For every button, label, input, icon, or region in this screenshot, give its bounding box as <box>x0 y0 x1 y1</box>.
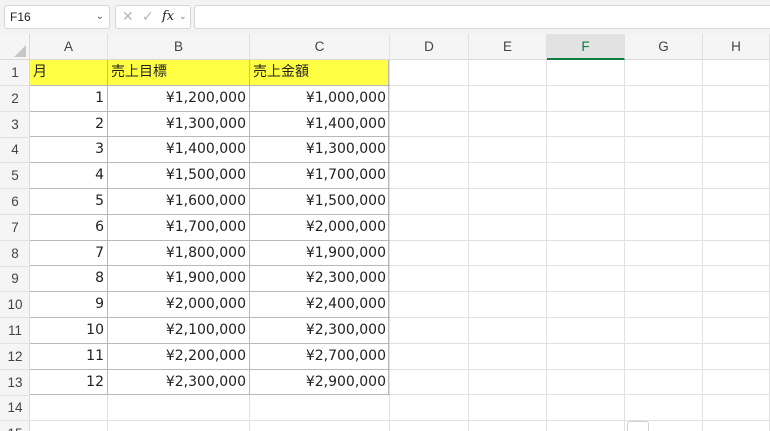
select-all-triangle-icon <box>14 45 26 57</box>
table-cell[interactable]: ¥1,900,000 <box>250 241 389 266</box>
table-cell[interactable]: ¥2,700,000 <box>250 344 389 369</box>
table-cell[interactable]: ¥1,700,000 <box>250 163 389 188</box>
table-cell[interactable]: ¥2,900,000 <box>250 370 389 395</box>
table-cell[interactable]: ¥1,400,000 <box>108 137 249 162</box>
column-header-d[interactable]: D <box>390 34 469 60</box>
column-header-f[interactable]: F <box>547 34 625 60</box>
table-border <box>30 394 390 396</box>
column-header-c[interactable]: C <box>250 34 390 60</box>
row-header-2[interactable]: 2 <box>0 86 30 112</box>
table-cell[interactable]: ¥1,500,000 <box>108 163 249 188</box>
name-box-value: F16 <box>10 10 31 24</box>
table-border <box>30 342 390 344</box>
row-header-8[interactable]: 8 <box>0 241 30 267</box>
table-header-cell[interactable]: 月 <box>30 60 107 85</box>
cell-grid[interactable]: 月売上目標 売上金額 1 ¥1,200,000 ¥1,000,000 2 ¥1,300,00… <box>30 60 770 431</box>
row-header-3[interactable]: 3 <box>0 112 30 138</box>
row-header-11[interactable]: 11 <box>0 318 30 344</box>
quick-analysis-handle[interactable] <box>627 421 649 431</box>
table-border <box>30 136 390 138</box>
table-cell[interactable]: ¥1,800,000 <box>108 241 249 266</box>
table-cell[interactable]: ¥1,600,000 <box>108 189 249 214</box>
row-header-1[interactable]: 1 <box>0 60 30 86</box>
chevron-down-icon[interactable]: ⌄ <box>179 11 187 22</box>
table-cell[interactable]: ¥1,000,000 <box>250 86 389 111</box>
name-box[interactable]: F16 ⌄ <box>4 5 110 29</box>
table-border <box>30 317 390 318</box>
table-cell[interactable]: ¥1,500,000 <box>250 189 389 214</box>
table-cell[interactable]: ¥2,300,000 <box>108 370 249 395</box>
insert-function-button[interactable]: fx <box>162 9 174 24</box>
table-cell[interactable]: ¥2,400,000 <box>250 292 389 317</box>
table-cell[interactable]: ¥1,400,000 <box>250 112 389 137</box>
table-cell[interactable]: ¥2,300,000 <box>250 266 389 291</box>
column-header-a[interactable]: A <box>30 34 108 60</box>
table-cell[interactable]: ¥1,700,000 <box>108 215 249 240</box>
table-cell[interactable]: 7 <box>30 241 107 266</box>
table-border <box>30 265 390 267</box>
table-cell[interactable]: ¥1,300,000 <box>108 112 249 137</box>
table-cell[interactable]: ¥2,100,000 <box>108 318 249 343</box>
grid-line <box>30 420 770 422</box>
table-border <box>30 213 390 215</box>
grid-line <box>702 60 703 431</box>
table-cell[interactable]: 5 <box>30 189 107 214</box>
close-icon[interactable]: ✕ <box>122 8 134 25</box>
table-cell[interactable]: ¥2,200,000 <box>108 344 249 369</box>
grid-line <box>468 60 469 431</box>
grid-line <box>546 60 547 431</box>
grid-line <box>389 60 390 431</box>
table-cell[interactable]: 2 <box>30 112 107 137</box>
table-cell[interactable]: 8 <box>30 266 107 291</box>
table-border <box>30 239 390 241</box>
row-header-6[interactable]: 6 <box>0 189 30 215</box>
table-cell[interactable]: ¥1,300,000 <box>250 137 389 162</box>
row-header-15[interactable]: 15 <box>0 421 30 431</box>
formula-input[interactable] <box>194 5 770 29</box>
row-header-5[interactable]: 5 <box>0 163 30 190</box>
table-cell[interactable]: ¥1,200,000 <box>108 86 249 111</box>
formula-bar: F16 ⌄ ✕ ✓ fx ⌄ <box>0 0 770 34</box>
table-border <box>30 110 390 112</box>
select-all-button[interactable] <box>0 34 30 60</box>
table-cell[interactable]: 6 <box>30 215 107 240</box>
table-header-cell[interactable]: 売上金額 <box>250 60 389 85</box>
row-headers: 123456789101112131415 <box>0 60 30 431</box>
column-header-g[interactable]: G <box>625 34 703 60</box>
row-header-9[interactable]: 9 <box>0 266 30 293</box>
column-header-b[interactable]: B <box>108 34 250 60</box>
table-border <box>30 84 390 86</box>
table-cell[interactable]: ¥1,900,000 <box>108 266 249 291</box>
table-header-cell[interactable]: 売上目標 <box>108 60 249 85</box>
table-border <box>30 368 390 370</box>
column-header-e[interactable]: E <box>469 34 547 60</box>
table-border <box>30 162 390 164</box>
row-header-4[interactable]: 4 <box>0 137 30 164</box>
row-header-12[interactable]: 12 <box>0 344 30 370</box>
table-cell[interactable]: 10 <box>30 318 107 343</box>
formula-actions: ✕ ✓ fx ⌄ <box>115 5 191 29</box>
table-border <box>30 291 390 293</box>
column-headers: ABCDEFGH <box>0 34 770 60</box>
row-header-10[interactable]: 10 <box>0 292 30 319</box>
table-border <box>30 188 390 189</box>
row-header-7[interactable]: 7 <box>0 215 30 241</box>
chevron-down-icon[interactable]: ⌄ <box>96 6 104 28</box>
table-cell[interactable]: 1 <box>30 86 107 111</box>
row-header-14[interactable]: 14 <box>0 395 30 422</box>
table-cell[interactable]: ¥2,000,000 <box>250 215 389 240</box>
table-cell[interactable]: 9 <box>30 292 107 317</box>
table-cell[interactable]: 11 <box>30 344 107 369</box>
table-cell[interactable]: 4 <box>30 163 107 188</box>
table-cell[interactable]: 3 <box>30 137 107 162</box>
table-cell[interactable]: ¥2,000,000 <box>108 292 249 317</box>
table-cell[interactable]: ¥2,300,000 <box>250 318 389 343</box>
column-header-h[interactable]: H <box>703 34 770 60</box>
table-cell[interactable]: 12 <box>30 370 107 395</box>
row-header-13[interactable]: 13 <box>0 370 30 396</box>
grid-line <box>624 60 625 431</box>
check-icon[interactable]: ✓ <box>142 8 154 25</box>
